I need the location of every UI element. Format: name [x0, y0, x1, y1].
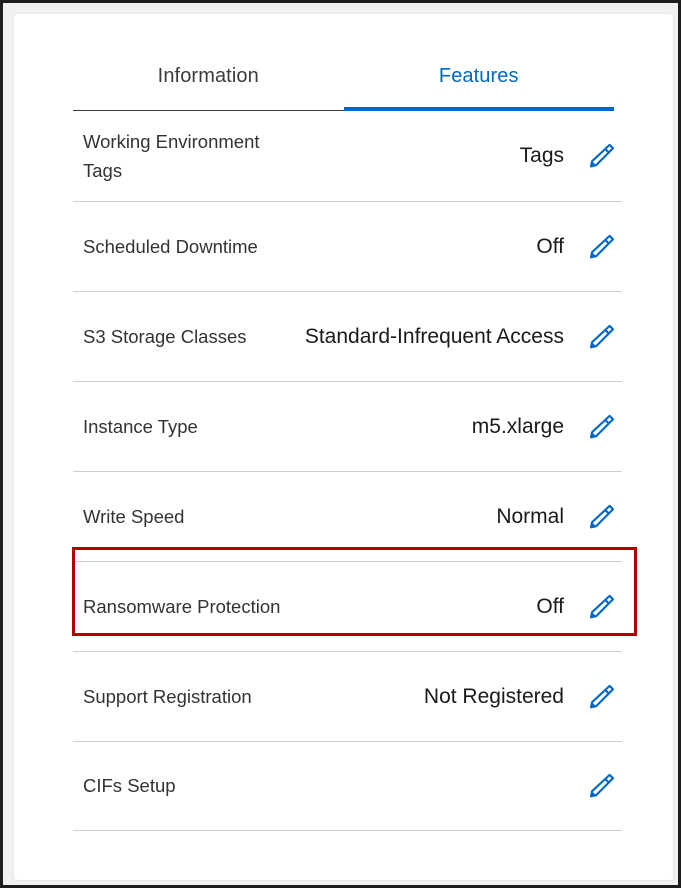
feature-value: Not Registered [423, 684, 564, 708]
screenshot-frame: Information Features Working Environment … [0, 0, 681, 888]
pencil-icon [584, 320, 618, 354]
edit-write-speed-button[interactable] [580, 496, 622, 538]
feature-label: S3 Storage Classes [83, 325, 247, 347]
pencil-icon [584, 139, 618, 173]
edit-support-registration-button[interactable] [580, 676, 622, 718]
feature-row: CIFs Setup [73, 741, 622, 831]
feature-row: Instance Type m5.xlarge [73, 381, 622, 471]
feature-value: Off [536, 594, 564, 618]
feature-row: Support Registration Not Registered [73, 651, 622, 741]
feature-row: Write Speed Normal [73, 471, 622, 561]
feature-list: Working Environment Tags Tags Scheduled Do… [73, 111, 622, 831]
edit-instance-type-button[interactable] [580, 406, 622, 448]
feature-label: Support Registration [83, 685, 252, 707]
feature-row: S3 Storage Classes Standard-Infrequent Ac… [73, 291, 622, 381]
feature-row: Working Environment Tags Tags [73, 111, 622, 201]
pencil-icon [584, 680, 618, 714]
feature-value: Normal [496, 504, 564, 528]
tab-label: Information [157, 65, 259, 87]
edit-s3-storage-classes-button[interactable] [580, 316, 622, 358]
feature-label: Write Speed [83, 505, 185, 527]
feature-row: Scheduled Downtime Off [73, 201, 622, 291]
pencil-icon [584, 769, 618, 803]
feature-label: Working Environment Tags [83, 130, 260, 181]
edit-cifs-setup-button[interactable] [580, 765, 622, 807]
tab-label: Features [438, 65, 519, 87]
pencil-icon [584, 410, 618, 444]
edit-scheduled-downtime-button[interactable] [580, 226, 622, 268]
pencil-icon [584, 500, 618, 534]
feature-row: Ransomware Protection Off [73, 561, 622, 651]
feature-value: Tags [519, 144, 564, 168]
feature-value: Standard-Infrequent Access [304, 324, 564, 348]
pencil-icon [584, 230, 618, 264]
features-panel-card: Information Features Working Environment … [14, 14, 673, 880]
tab-information[interactable]: Information [73, 59, 344, 111]
feature-value: m5.xlarge [471, 414, 564, 438]
edit-ransomware-protection-button[interactable] [580, 586, 622, 628]
feature-label: Ransomware Protection [83, 595, 281, 617]
tab-features[interactable]: Features [343, 59, 614, 111]
feature-label: Scheduled Downtime [83, 235, 258, 257]
edit-working-environment-tags-button[interactable] [580, 135, 622, 177]
tab-strip: Information Features [73, 59, 614, 111]
feature-label: Instance Type [83, 415, 198, 437]
pencil-icon [584, 590, 618, 624]
feature-value: Off [536, 234, 564, 258]
feature-label: CIFs Setup [83, 775, 176, 797]
